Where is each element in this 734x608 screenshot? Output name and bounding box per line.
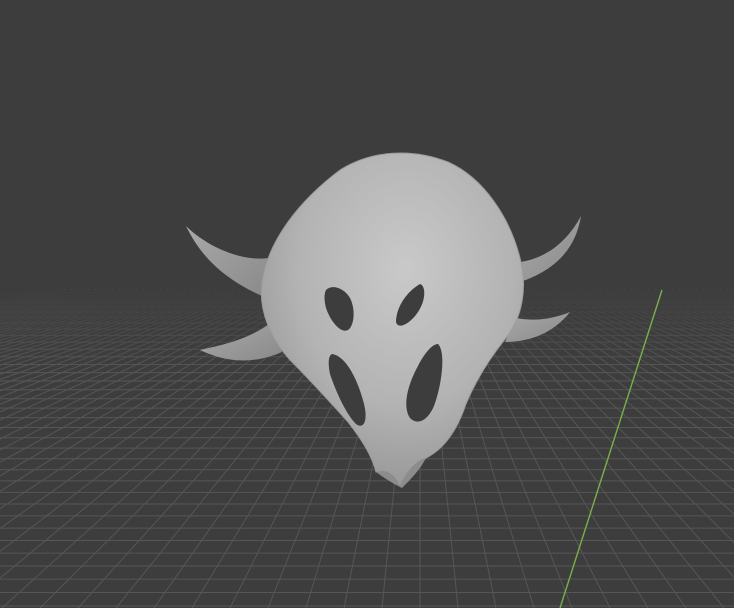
3d-viewport[interactable] bbox=[0, 0, 734, 608]
viewport-canvas[interactable] bbox=[0, 0, 734, 608]
